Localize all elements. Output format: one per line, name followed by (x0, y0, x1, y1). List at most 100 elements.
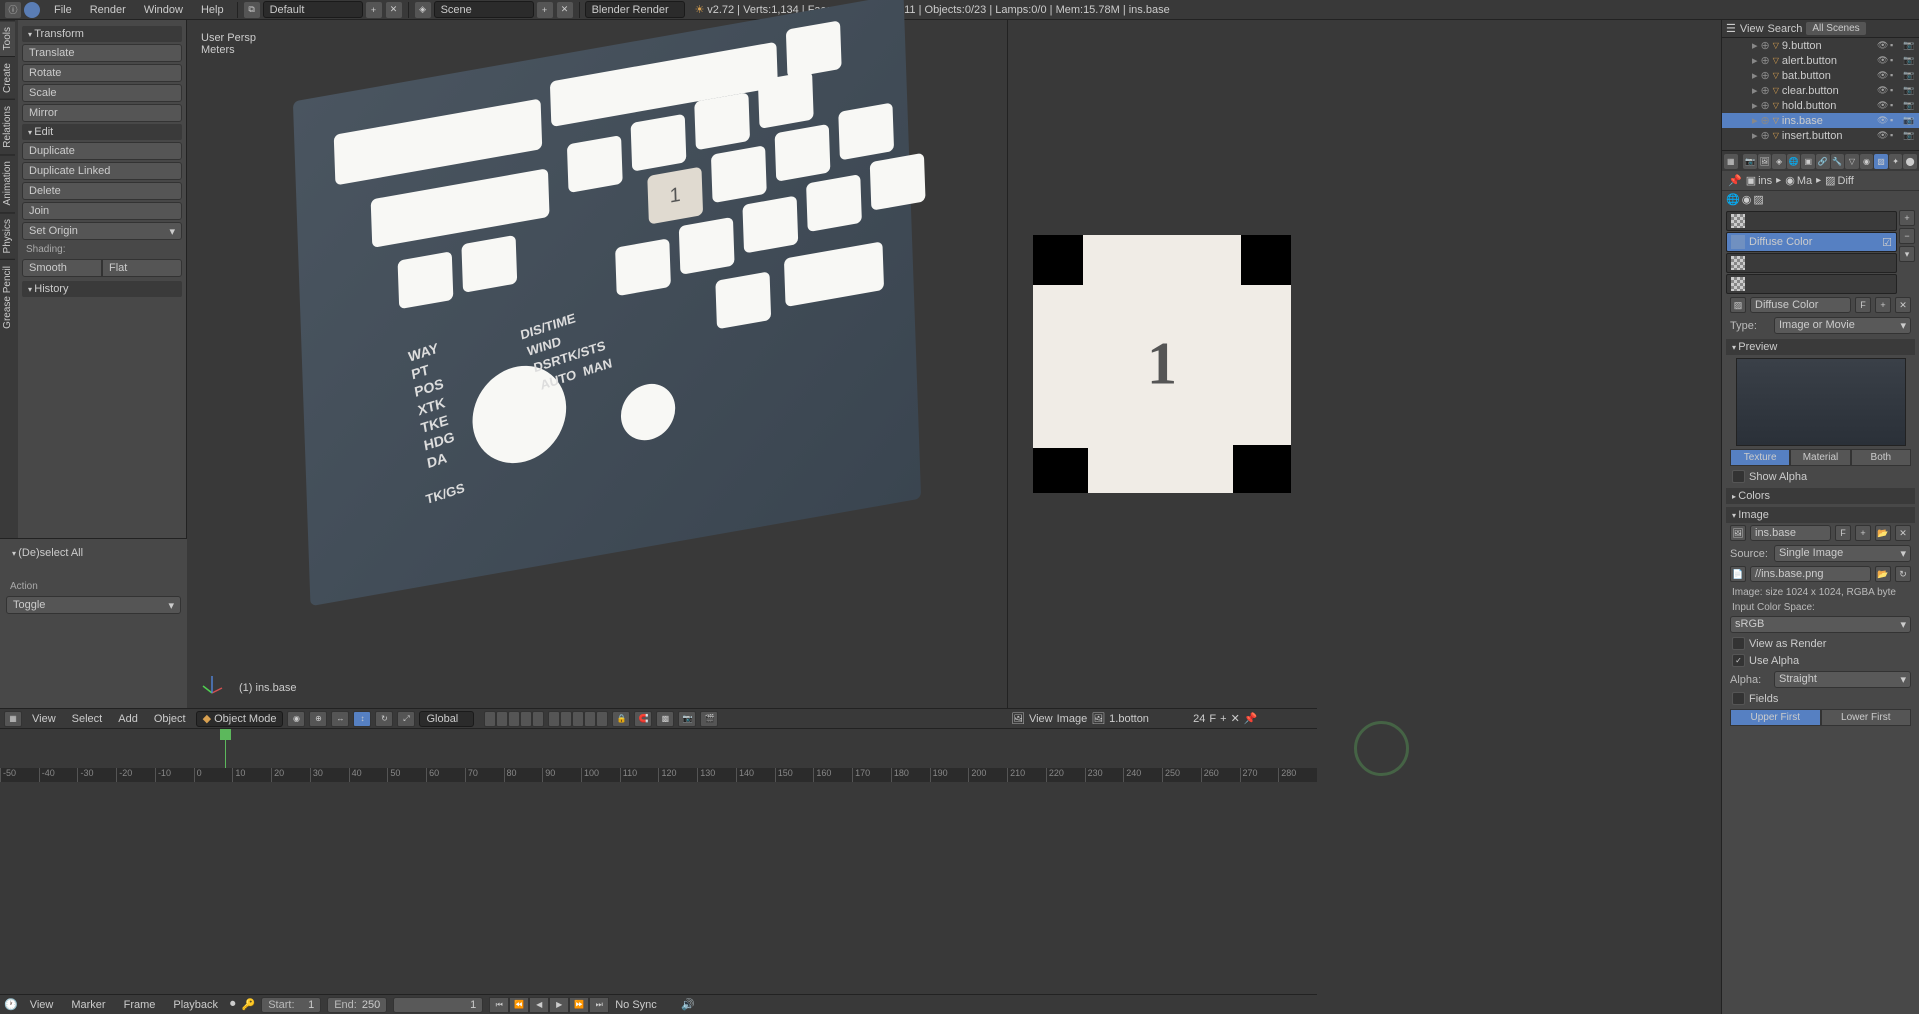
preview-tab-material[interactable]: Material (1790, 449, 1850, 466)
image-pin-icon[interactable]: 📌 (1244, 712, 1258, 725)
viewport-shading-icon[interactable]: ◉ (287, 711, 305, 727)
texture-context-world-icon[interactable]: 🌐 (1726, 193, 1740, 206)
filepath-relative-icon[interactable]: 📄 (1730, 566, 1746, 582)
prop-tab-object-icon[interactable]: ▣ (1801, 154, 1815, 169)
field-order-upper[interactable]: Upper First (1730, 709, 1821, 726)
screen-layout-dropdown[interactable]: Default (263, 1, 363, 18)
texture-slot-menu-icon[interactable]: ▾ (1899, 246, 1915, 262)
vtab-physics[interactable]: Physics (0, 212, 15, 259)
texture-new-icon[interactable]: + (1875, 297, 1891, 313)
prop-tab-data-icon[interactable]: ▽ (1845, 154, 1859, 169)
rotate-button[interactable]: Rotate (22, 64, 182, 82)
editor-type-icon[interactable]: ⓘ (5, 2, 21, 18)
outliner-menu-search[interactable]: Search (1768, 23, 1803, 35)
preview-tab-both[interactable]: Both (1851, 449, 1911, 466)
show-alpha-checkbox[interactable] (1732, 470, 1745, 483)
jump-end-icon[interactable]: ⏭ (589, 997, 609, 1013)
texture-slot-add-icon[interactable]: + (1899, 210, 1915, 226)
texture-slot-diffuse-color[interactable]: Diffuse Color☑ (1726, 232, 1897, 252)
transform-orientation-dropdown[interactable]: Global (419, 711, 474, 727)
audio-scrub-icon[interactable]: 🔊 (681, 998, 695, 1011)
pin-icon[interactable]: 📌 (1728, 174, 1742, 187)
mirror-button[interactable]: Mirror (22, 104, 182, 122)
view-as-render-checkbox[interactable] (1732, 637, 1745, 650)
timeline-ruler[interactable]: -50-40-30-20-100102030405060708090100110… (0, 768, 1317, 782)
field-order-lower[interactable]: Lower First (1821, 709, 1912, 726)
prop-tab-modifiers-icon[interactable]: 🔧 (1831, 154, 1845, 169)
filepath-field[interactable]: //ins.base.png (1750, 566, 1871, 582)
prop-tab-material-icon[interactable]: ◉ (1860, 154, 1874, 169)
image-browse-icon[interactable]: 🖼 (1091, 712, 1105, 725)
layer-buttons[interactable] (484, 711, 608, 727)
play-reverse-icon[interactable]: ◀ (529, 997, 549, 1013)
breadcrumb-texture[interactable]: ▨ Diff (1825, 174, 1854, 187)
image-browse-icon[interactable]: 🖼 (1730, 525, 1746, 541)
duplicate-linked-button[interactable]: Duplicate Linked (22, 162, 182, 180)
source-dropdown[interactable]: Single Image▾ (1774, 545, 1911, 562)
image-unlink-icon[interactable]: ✕ (1231, 712, 1240, 725)
texture-fake-user-button[interactable]: F (1855, 297, 1871, 313)
back-to-previous-icon[interactable]: ⧉ (244, 2, 260, 18)
play-icon[interactable]: ▶ (549, 997, 569, 1013)
image-fake-user-icon[interactable]: F (1209, 713, 1216, 725)
outliner-item-insert.button[interactable]: ▸ ⊕ ▽ insert.button👁▪📷 (1722, 128, 1919, 143)
menu-render[interactable]: Render (82, 2, 134, 18)
add-layout-icon[interactable]: + (366, 2, 382, 18)
timeline-menu-view[interactable]: View (24, 997, 60, 1013)
delete-button[interactable]: Delete (22, 182, 182, 200)
outliner-menu-view[interactable]: View (1740, 23, 1764, 35)
filepath-reload-icon[interactable]: ↻ (1895, 566, 1911, 582)
render-engine-dropdown[interactable]: Blender Render (585, 1, 685, 18)
image-new-icon[interactable]: + (1220, 713, 1226, 725)
delete-scene-icon[interactable]: ✕ (557, 2, 573, 18)
prop-tab-constraints-icon[interactable]: 🔗 (1816, 154, 1830, 169)
image-new-icon[interactable]: + (1855, 525, 1871, 541)
timeline-menu-marker[interactable]: Marker (65, 997, 111, 1013)
shade-smooth-button[interactable]: Smooth (22, 259, 102, 277)
3d-viewport[interactable]: User Persp Meters 1 WAYPTPOSXTKTKEHDGDA … (187, 20, 1007, 708)
translate-button[interactable]: Translate (22, 44, 182, 62)
shade-flat-button[interactable]: Flat (102, 259, 182, 277)
texture-slot-remove-icon[interactable]: − (1899, 228, 1915, 244)
keyframe-next-icon[interactable]: ⏩ (569, 997, 589, 1013)
3dview-menu-add[interactable]: Add (112, 711, 144, 727)
editor-type-outliner-icon[interactable]: ☰ (1726, 22, 1736, 35)
rotate-manipulator-icon[interactable]: ↻ (375, 711, 393, 727)
join-button[interactable]: Join (22, 202, 182, 220)
3dview-menu-select[interactable]: Select (66, 711, 109, 727)
translate-manipulator-icon[interactable]: ↕ (353, 711, 371, 727)
preview-tab-texture[interactable]: Texture (1730, 449, 1790, 466)
use-fields-checkbox[interactable] (1732, 692, 1745, 705)
scale-button[interactable]: Scale (22, 84, 182, 102)
outliner-item-alert.button[interactable]: ▸ ⊕ ▽ alert.button👁▪📷 (1722, 53, 1919, 68)
image-open-icon[interactable]: 📂 (1875, 525, 1891, 541)
vtab-relations[interactable]: Relations (0, 99, 15, 154)
image-fake-user-button[interactable]: F (1835, 525, 1851, 541)
frame-end-field[interactable]: End:250 (327, 997, 387, 1013)
prop-tab-world-icon[interactable]: 🌐 (1787, 154, 1801, 169)
breadcrumb-material[interactable]: ◉ Ma (1785, 174, 1812, 187)
snap-element-icon[interactable]: ▩ (656, 711, 674, 727)
keying-set-icon[interactable]: 🔑 (242, 998, 256, 1011)
pivot-point-icon[interactable]: ⊕ (309, 711, 327, 727)
render-anim-icon[interactable]: 🎬 (700, 711, 718, 727)
keyframe-prev-icon[interactable]: ⏪ (509, 997, 529, 1013)
timeline-menu-frame[interactable]: Frame (118, 997, 162, 1013)
frame-current-field[interactable]: 1 (393, 997, 483, 1013)
scene-dropdown[interactable]: Scene (434, 1, 534, 18)
menu-help[interactable]: Help (193, 2, 232, 18)
prop-tab-render-icon[interactable]: 📷 (1743, 154, 1757, 169)
frame-start-field[interactable]: Start:1 (261, 997, 321, 1013)
outliner-item-hold.button[interactable]: ▸ ⊕ ▽ hold.button👁▪📷 (1722, 98, 1919, 113)
texture-name-field[interactable]: Diffuse Color (1750, 297, 1851, 313)
add-scene-icon[interactable]: + (537, 2, 553, 18)
3dview-menu-view[interactable]: View (26, 711, 62, 727)
menu-window[interactable]: Window (136, 2, 191, 18)
image-name-field[interactable]: ins.base (1750, 525, 1831, 541)
delete-layout-icon[interactable]: ✕ (386, 2, 402, 18)
uv-menu-image[interactable]: Image (1057, 713, 1088, 725)
scene-browse-icon[interactable]: ◈ (415, 2, 431, 18)
preview-panel-header[interactable]: Preview (1726, 339, 1915, 355)
image-panel-header[interactable]: Image (1726, 507, 1915, 523)
scale-manipulator-icon[interactable]: ⤢ (397, 711, 415, 727)
